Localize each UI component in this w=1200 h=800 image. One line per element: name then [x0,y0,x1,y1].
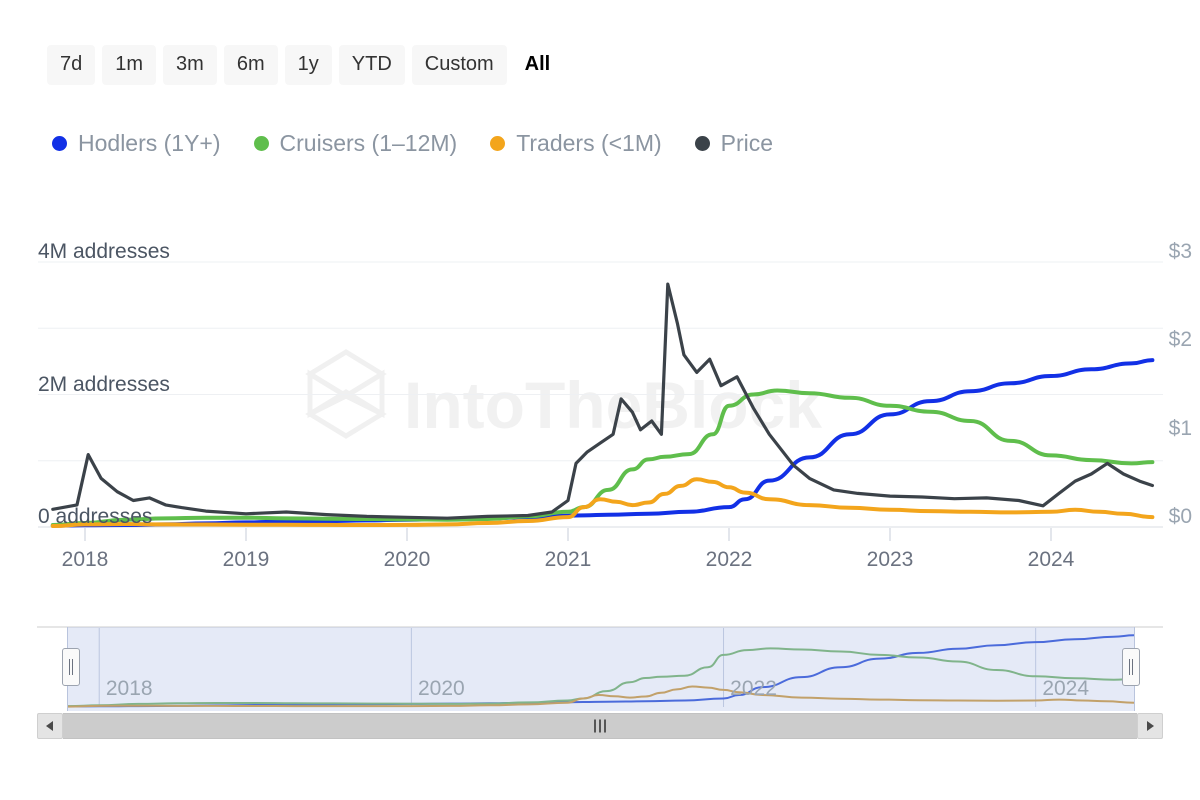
price-axis-tick-label: $3 [1168,240,1192,263]
x-axis-tick-label: 2018 [61,548,109,571]
scrollbar-left-arrow-button[interactable] [37,713,63,739]
price-axis-tick-label: $0 [1168,505,1192,528]
navigator-year-label: 2024 [1042,677,1090,700]
navigator-selected-mask[interactable] [67,627,1135,711]
x-axis [84,528,1052,541]
x-axis-tick-label: 2021 [544,548,592,571]
y-axis-tick-label: 2M addresses [38,372,170,396]
navigator-year-label: 2022 [730,677,777,700]
y-axis-tick-label: 0 addresses [38,505,153,528]
x-axis-tick-label: 2020 [383,548,431,571]
x-axis-tick-label: 2022 [705,548,753,571]
x-axis-tick-label: 2019 [222,548,270,571]
navigator-left-handle[interactable] [62,648,80,686]
scrollbar-right-arrow-button[interactable] [1137,713,1163,739]
right-arrow-icon [1147,721,1154,731]
chart-navigator[interactable]: 2018 2020 2022 2024 [37,623,1163,718]
y-axis-tick-label: 4M addresses [38,240,170,263]
chart-gridlines [38,261,1163,528]
scrollbar-track[interactable] [63,713,1137,739]
price-axis-tick-label: $2 [1168,328,1192,352]
left-arrow-icon [46,721,53,731]
navigator-year-label: 2020 [418,677,465,700]
scrollbar-grip-icon[interactable] [594,719,606,733]
navigator-outer[interactable]: 2018 2020 2022 2024 [37,623,1163,711]
x-axis-tick-label: 2023 [866,548,914,571]
navigator-right-handle[interactable] [1122,648,1140,686]
price-axis-tick-label: $1 [1168,416,1192,440]
navigator-year-label: 2018 [105,677,153,700]
x-axis-tick-label: 2024 [1027,548,1075,571]
chart-scrollbar[interactable] [37,713,1163,739]
